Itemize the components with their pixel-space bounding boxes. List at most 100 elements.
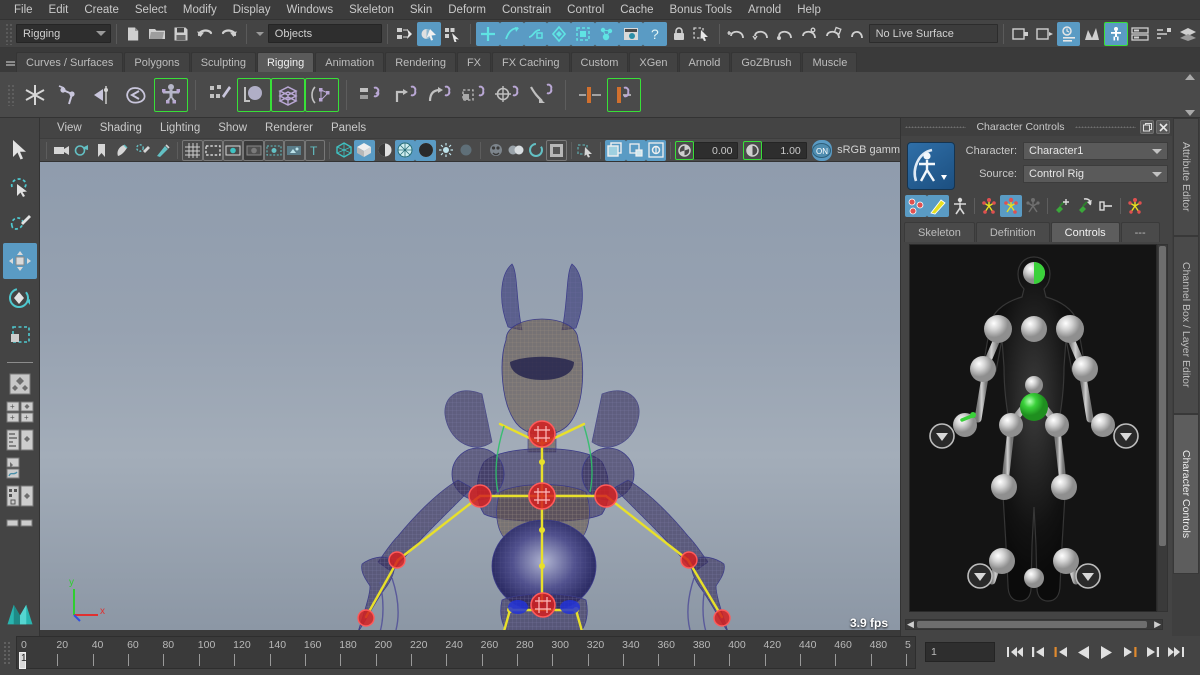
viewport-menu-view[interactable]: View [48, 122, 91, 134]
bind-skin-icon[interactable] [237, 77, 271, 112]
scale-tool-icon[interactable] [3, 317, 37, 353]
insert-joint-icon[interactable] [52, 78, 86, 112]
menu-item-skeleton[interactable]: Skeleton [341, 0, 402, 20]
selection-highlight-icon[interactable] [691, 22, 715, 46]
snap-to-grid-icon[interactable] [475, 21, 500, 46]
menu-item-display[interactable]: Display [225, 0, 279, 20]
go-to-end-icon[interactable] [1164, 640, 1187, 664]
close-icon[interactable] [1156, 120, 1170, 134]
side-tab-character-controls[interactable]: Character Controls [1173, 414, 1199, 574]
shelf-tab-animation[interactable]: Animation [315, 52, 385, 72]
render-view-icon[interactable] [618, 21, 643, 46]
shelf-tab-rendering[interactable]: Rendering [385, 52, 456, 72]
time-editor-icon[interactable] [1056, 21, 1081, 46]
selection-mask-selector[interactable]: Objects [267, 24, 383, 43]
show-editor-right-icon[interactable] [1033, 22, 1057, 46]
rig-vertical-scrollbar[interactable] [1157, 244, 1168, 612]
step-back-keyframe-icon[interactable] [1026, 640, 1049, 664]
control-rig-nodes-icon[interactable] [1000, 195, 1022, 217]
full-body-key-icon[interactable] [1124, 195, 1146, 217]
cc-tab-[interactable]: --- [1120, 222, 1160, 242]
play-forwards-icon[interactable] [1095, 640, 1118, 664]
menu-item-constrain[interactable]: Constrain [494, 0, 559, 20]
orient-constraint-icon[interactable] [422, 78, 456, 112]
current-frame-field[interactable]: 1 [925, 642, 995, 662]
shelf-tab-rigging[interactable]: Rigging [256, 52, 315, 72]
undo-icon[interactable] [193, 22, 217, 46]
source-selector[interactable]: Control Rig [1023, 165, 1168, 183]
shelf-tab-sculpting[interactable]: Sculpting [190, 52, 256, 72]
shelf-tab-curves-surfaces[interactable]: Curves / Surfaces [16, 52, 124, 72]
scroll-right-icon[interactable]: ▶ [1154, 619, 1161, 630]
shelf-grip[interactable] [7, 83, 15, 106]
select-by-component-icon[interactable] [441, 22, 465, 46]
side-tab-channel-box-layer-editor[interactable]: Channel Box / Layer Editor [1173, 236, 1199, 414]
select-by-hierarchy-icon[interactable] [393, 22, 417, 46]
menu-item-cache[interactable]: Cache [612, 0, 661, 20]
construction-history-icon[interactable] [821, 22, 845, 46]
viewport-menu-show[interactable]: Show [209, 122, 256, 134]
new-scene-icon[interactable] [122, 22, 146, 46]
four-view-layout-icon[interactable]: + + + [3, 399, 37, 425]
aim-constraint-icon[interactable] [490, 78, 524, 112]
panel-drag-dots-left[interactable] [905, 126, 967, 128]
paint-skin-weights-icon[interactable] [203, 78, 237, 112]
viewport-menu-lighting[interactable]: Lighting [151, 122, 209, 134]
point-constraint-icon[interactable] [388, 78, 422, 112]
time-slider[interactable]: 0 20 40 60 80 100 120 140 160 180 200 220 240 260 280 3… [16, 636, 916, 669]
exposure-field[interactable]: 0.00 [693, 141, 739, 159]
grid-toggle-icon[interactable] [182, 139, 203, 161]
history-toggle-icon[interactable] [845, 22, 869, 46]
menu-item-skin[interactable]: Skin [402, 0, 440, 20]
snap-to-view-plane-icon[interactable] [571, 21, 596, 46]
snap-to-projected-center-icon[interactable] [547, 21, 572, 46]
viewport-canvas[interactable]: y x 3.9 fps [40, 162, 900, 636]
snap-to-curve-icon[interactable] [499, 21, 524, 46]
persp-graph-layout-icon[interactable] [3, 455, 37, 481]
pin-translate-icon[interactable] [1051, 195, 1073, 217]
menu-item-create[interactable]: Create [76, 0, 127, 20]
smooth-shade-all-icon[interactable] [354, 139, 375, 161]
camera-attributes-icon[interactable] [71, 140, 91, 161]
channel-box-icon[interactable] [1152, 22, 1176, 46]
shelf-scroll-up-icon[interactable] [1185, 74, 1195, 80]
character-controls-toggle-icon[interactable] [1104, 21, 1129, 46]
shadows-icon[interactable] [456, 140, 476, 161]
ik-handle-icon[interactable] [120, 78, 154, 112]
effectors-icon[interactable] [1022, 195, 1044, 217]
snap-to-point-icon[interactable] [523, 21, 548, 46]
xray-joints-icon[interactable] [605, 139, 626, 161]
status-line-grip[interactable] [5, 22, 13, 45]
shelf-scroll-buttons[interactable] [1182, 74, 1198, 116]
shelf-tab-custom[interactable]: Custom [570, 52, 629, 72]
graph-editor-icon[interactable] [1080, 22, 1104, 46]
layer-editor-icon[interactable] [1176, 22, 1200, 46]
use-default-lighting-icon[interactable] [436, 140, 456, 161]
xray-icon[interactable] [284, 139, 305, 161]
viewport-menu-renderer[interactable]: Renderer [256, 122, 322, 134]
wireframe-icon[interactable] [334, 140, 354, 161]
save-scene-icon[interactable] [169, 22, 193, 46]
scale-constraint-icon[interactable] [456, 78, 490, 112]
make-live-icon[interactable] [595, 21, 619, 46]
texture-icon[interactable] [415, 139, 436, 161]
resolution-gate-icon[interactable] [222, 139, 244, 161]
redo-icon[interactable] [217, 22, 241, 46]
current-time-indicator[interactable]: 1 [19, 652, 27, 669]
menu-item-windows[interactable]: Windows [278, 0, 341, 20]
bookmark-icon[interactable] [92, 140, 112, 161]
hypershade-persp-layout-icon[interactable] [3, 483, 37, 509]
paint-effects-icon[interactable] [153, 140, 173, 161]
menu-item-bonus-tools[interactable]: Bonus Tools [662, 0, 740, 20]
side-tab-attribute-editor[interactable]: Attribute Editor [1173, 118, 1199, 236]
outliner-persp-layout-icon[interactable] [3, 427, 37, 453]
live-surface-field[interactable]: No Live Surface [868, 24, 998, 43]
menu-item-help[interactable]: Help [789, 0, 829, 20]
shelf-tab-arnold[interactable]: Arnold [678, 52, 731, 72]
connect-deformer-icon[interactable] [607, 77, 641, 112]
rotate-tool-icon[interactable] [3, 280, 37, 316]
shelf-scroll-down-icon[interactable] [1185, 110, 1195, 116]
open-scene-icon[interactable] [145, 22, 169, 46]
parent-constraint-icon[interactable] [354, 78, 388, 112]
two-sided-lighting-icon[interactable] [132, 140, 152, 161]
